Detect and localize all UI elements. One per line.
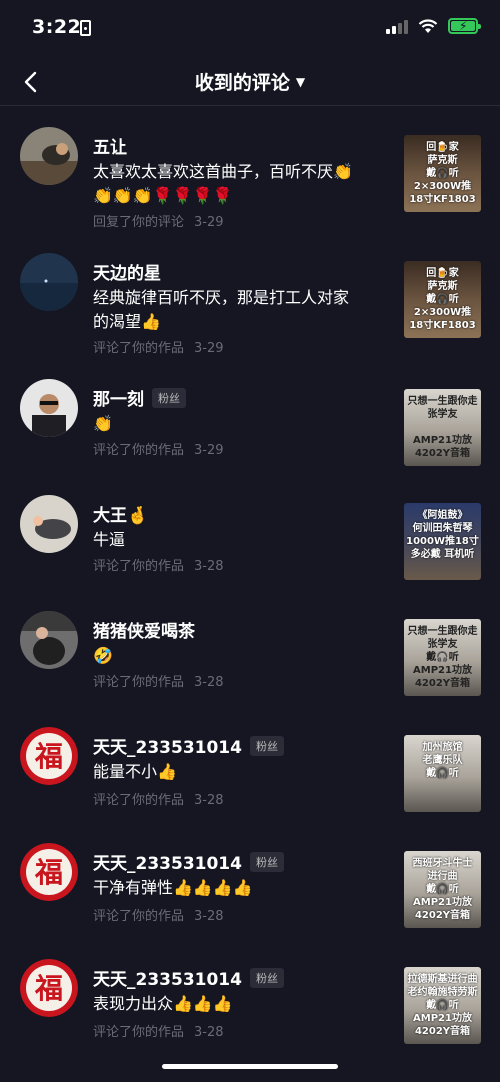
comment-text: 经典旋律百听不厌，那是打工人对家的渴望👍 <box>93 288 350 331</box>
comment-row[interactable]: 大王🤞 牛逼 评论了你的作品 3-28 《阿姐鼓》 何训田朱哲琴 1000W推18… <box>0 475 500 585</box>
comment-action: 评论了你的作品 <box>93 793 185 808</box>
svg-text:福: 福 <box>34 972 63 1005</box>
thumbnail-caption: 只想一生跟你走 张学友 戴🎧听 AMP21功放 4202Y音箱 <box>407 626 478 689</box>
svg-text:福: 福 <box>34 856 63 889</box>
fan-badge: 粉丝 <box>249 735 284 756</box>
comment-meta: 评论了你的作品 3-29 <box>93 439 224 458</box>
comment-row[interactable]: 猪猪侠爱喝茶 🤣 评论了你的作品 3-28 只想一生跟你走 张学友 戴🎧听 AMP… <box>0 591 500 701</box>
comment-date: 3-28 <box>194 793 224 808</box>
comment-row[interactable]: 天边的星 经典旋律百听不厌，那是打工人对家的渴望👍 评论了你的作品 3-29 回🍺… <box>0 233 500 356</box>
avatar[interactable]: 福 <box>20 959 78 1017</box>
username[interactable]: 天天_233531014 <box>93 849 242 874</box>
comment-meta: 评论了你的作品 3-29 <box>93 337 224 356</box>
username-line: 那一刻 粉丝 <box>93 385 186 410</box>
comment-meta: 评论了你的作品 3-28 <box>93 1021 224 1040</box>
page-title-dropdown[interactable]: 收到的评论 ▼ <box>0 68 500 95</box>
video-thumbnail[interactable]: 只想一生跟你走 张学友 戴🎧听 AMP21功放 4202Y音箱 <box>404 619 481 696</box>
comment-row[interactable]: 五让 太喜欢太喜欢这首曲子，百听不厌👏👏👏👏🌹🌹🌹🌹 回复了你的评论 3-29 回… <box>0 107 500 230</box>
page-title: 收到的评论 <box>194 72 290 94</box>
fan-badge: 粉丝 <box>249 967 284 988</box>
status-time: 3:22 <box>32 16 82 38</box>
comment-action: 评论了你的作品 <box>93 443 185 458</box>
thumbnail-caption: 西班牙斗牛士 进行曲 戴🎧听 AMP21功放 4202Y音箱 <box>412 858 473 921</box>
wifi-icon <box>418 18 438 33</box>
caret-down-icon: ▼ <box>295 75 306 89</box>
thumbnail-caption: 《阿姐鼓》 何训田朱哲琴 1000W推18寸 多必戴 耳机听 <box>406 510 479 560</box>
comment-text: 表现力出众👍👍👍 <box>93 994 233 1013</box>
nav-bar: 收到的评论 ▼ <box>0 58 500 106</box>
thumbnail-caption: 加州旅馆 老鹰乐队 戴🎧听 <box>422 742 463 779</box>
video-thumbnail[interactable]: 加州旅馆 老鹰乐队 戴🎧听 <box>404 735 481 812</box>
comment-text: 干净有弹性👍👍👍👍 <box>93 878 253 897</box>
comment-action: 评论了你的作品 <box>93 559 185 574</box>
comment-action: 评论了你的作品 <box>93 909 185 924</box>
video-thumbnail[interactable]: 《阿姐鼓》 何训田朱哲琴 1000W推18寸 多必戴 耳机听 <box>404 503 481 580</box>
comment-text: 太喜欢太喜欢这首曲子，百听不厌👏👏👏👏🌹🌹🌹🌹 <box>93 162 353 205</box>
fan-badge: 粉丝 <box>249 851 284 872</box>
comment-action: 回复了你的评论 <box>93 215 185 230</box>
status-bar: 3:22 ⚡ <box>0 0 500 58</box>
comment-meta: 评论了你的作品 3-28 <box>93 905 224 924</box>
comment-action: 评论了你的作品 <box>93 1025 185 1040</box>
thumbnail-caption: 回🍺家 萨克斯 戴🎧听 2×300W推 18寸KF1803 <box>409 142 476 205</box>
battery-charging-icon: ⚡ <box>448 18 481 34</box>
portrait-lock-icon <box>80 20 91 36</box>
home-indicator[interactable] <box>162 1064 338 1069</box>
username[interactable]: 五让 <box>93 133 127 158</box>
cellular-signal-icon <box>386 18 408 34</box>
comment-action: 评论了你的作品 <box>93 341 185 356</box>
comment-date: 3-28 <box>194 675 224 690</box>
fan-badge: 粉丝 <box>152 387 186 408</box>
username-line: 天边的星 <box>93 259 161 284</box>
username[interactable]: 大王🤞 <box>93 501 148 526</box>
video-thumbnail[interactable]: 只想一生跟你走 张学友 AMP21功放 4202Y音箱 <box>404 389 481 466</box>
avatar[interactable] <box>20 253 78 311</box>
comment-action: 评论了你的作品 <box>93 675 185 690</box>
username-line: 大王🤞 <box>93 501 148 526</box>
svg-text:福: 福 <box>34 740 63 773</box>
username-line: 五让 <box>93 133 127 158</box>
comment-date: 3-29 <box>194 341 224 356</box>
comment-date: 3-28 <box>194 1025 224 1040</box>
avatar[interactable] <box>20 495 78 553</box>
comment-date: 3-29 <box>194 443 224 458</box>
username[interactable]: 天天_233531014 <box>93 733 242 758</box>
comment-row[interactable]: 那一刻 粉丝 👏 评论了你的作品 3-29 只想一生跟你走 张学友 AMP21功放… <box>0 359 500 469</box>
thumbnail-caption: 只想一生跟你走 张学友 AMP21功放 4202Y音箱 <box>407 396 478 459</box>
username[interactable]: 那一刻 <box>93 385 144 410</box>
thumbnail-caption: 拉德斯基进行曲 老约翰施特劳斯 戴🎧听 AMP21功放 4202Y音箱 <box>407 974 478 1037</box>
video-thumbnail[interactable]: 拉德斯基进行曲 老约翰施特劳斯 戴🎧听 AMP21功放 4202Y音箱 <box>404 967 481 1044</box>
comment-text: 能量不小👍 <box>93 762 177 781</box>
comment-meta: 评论了你的作品 3-28 <box>93 555 224 574</box>
comment-meta: 评论了你的作品 3-28 <box>93 789 224 808</box>
video-thumbnail[interactable]: 回🍺家 萨克斯 戴🎧听 2×300W推 18寸KF1803 <box>404 135 481 212</box>
avatar[interactable] <box>20 127 78 185</box>
status-icons: ⚡ <box>386 18 481 34</box>
username[interactable]: 天天_233531014 <box>93 965 242 990</box>
comment-date: 3-28 <box>194 909 224 924</box>
comment-date: 3-29 <box>194 215 224 230</box>
comment-meta: 评论了你的作品 3-28 <box>93 671 224 690</box>
comment-text: 👏 <box>93 414 113 433</box>
username-line: 天天_233531014 粉丝 <box>93 965 284 990</box>
comment-date: 3-28 <box>194 559 224 574</box>
video-thumbnail[interactable]: 西班牙斗牛士 进行曲 戴🎧听 AMP21功放 4202Y音箱 <box>404 851 481 928</box>
video-thumbnail[interactable]: 回🍺家 萨克斯 戴🎧听 2×300W推 18寸KF1803 <box>404 261 481 338</box>
comment-meta: 回复了你的评论 3-29 <box>93 211 224 230</box>
comment-text: 牛逼 <box>93 530 126 549</box>
username-line: 天天_233531014 粉丝 <box>93 733 284 758</box>
username[interactable]: 天边的星 <box>93 259 161 284</box>
comment-text: 🤣 <box>93 646 113 665</box>
comment-row[interactable]: 福 天天_233531014 粉丝 能量不小👍 评论了你的作品 3-28 加州旅馆… <box>0 707 500 817</box>
thumbnail-caption: 回🍺家 萨克斯 戴🎧听 2×300W推 18寸KF1803 <box>409 268 476 331</box>
avatar[interactable] <box>20 379 78 437</box>
avatar[interactable]: 福 <box>20 727 78 785</box>
username[interactable]: 猪猪侠爱喝茶 <box>93 617 195 642</box>
avatar[interactable]: 福 <box>20 843 78 901</box>
comment-row[interactable]: 福 天天_233531014 粉丝 干净有弹性👍👍👍👍 评论了你的作品 3-28 … <box>0 823 500 933</box>
avatar[interactable] <box>20 611 78 669</box>
username-line: 猪猪侠爱喝茶 <box>93 617 195 642</box>
username-line: 天天_233531014 粉丝 <box>93 849 284 874</box>
comment-row[interactable]: 福 天天_233531014 粉丝 表现力出众👍👍👍 评论了你的作品 3-28 拉… <box>0 939 500 1049</box>
